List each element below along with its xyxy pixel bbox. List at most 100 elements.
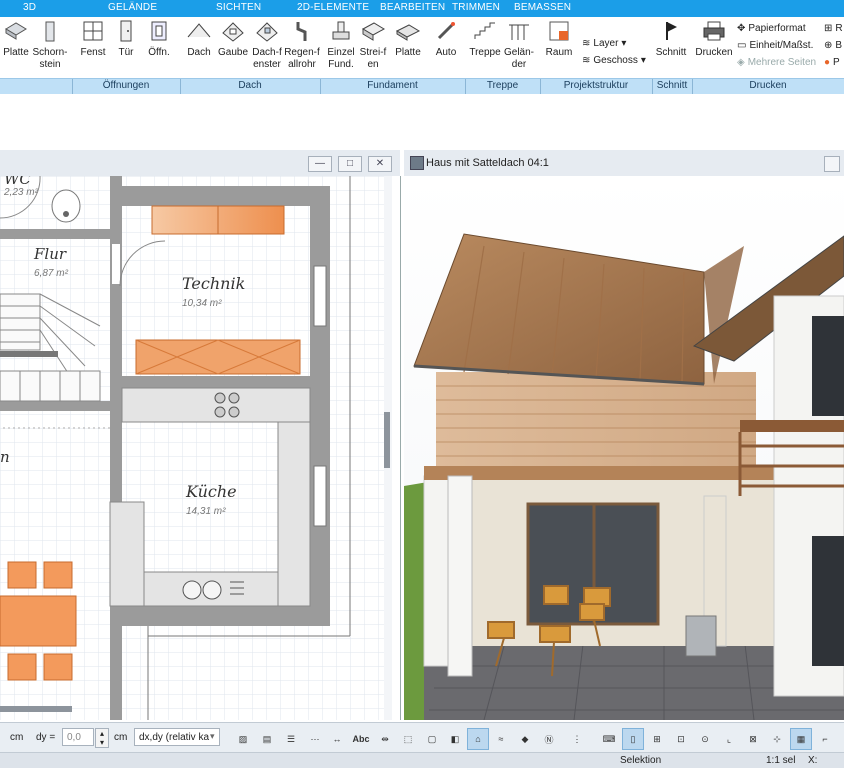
crop-icon[interactable]: ▢ bbox=[421, 728, 443, 750]
chevron-down-icon: ▾ bbox=[640, 55, 646, 66]
measure-icon[interactable]: ⇹ bbox=[374, 728, 396, 750]
dy-spinner[interactable]: ▴ ▾ bbox=[95, 728, 109, 748]
house-render[interactable] bbox=[404, 176, 844, 720]
mehrere-seiten-label: Mehrere Seiten bbox=[747, 57, 817, 68]
opening-icon bbox=[144, 19, 174, 45]
snap-mid-icon[interactable]: ⊠ bbox=[742, 728, 764, 750]
line-style-icon[interactable]: ⋯ bbox=[304, 728, 326, 750]
pin-icon: ● bbox=[824, 57, 831, 68]
regenfallrohr-button[interactable]: Regen-fallrohr bbox=[284, 19, 320, 71]
drucken-button[interactable]: Drucken bbox=[695, 19, 733, 59]
texture-icon[interactable]: ≈ bbox=[490, 728, 512, 750]
treppe-button[interactable]: Treppe bbox=[468, 19, 502, 59]
layers-icon[interactable]: ◧ bbox=[444, 728, 466, 750]
r-button[interactable]: ⊞ R bbox=[824, 23, 843, 34]
wall-layer-icon[interactable]: ▤ bbox=[256, 728, 278, 750]
keyboard-icon[interactable]: ⌨ bbox=[598, 728, 620, 750]
raster-icon[interactable]: ▦ bbox=[790, 728, 812, 750]
roof-icon bbox=[184, 19, 214, 45]
view3d-window-button[interactable] bbox=[824, 156, 840, 172]
room-area-kueche: 14,31 m² bbox=[186, 506, 226, 517]
papierformat-label: Papierformat bbox=[748, 23, 806, 34]
streifenfundament-button[interactable]: Strei-fen bbox=[358, 19, 388, 71]
regenfallrohr-label: Regen-fallrohr bbox=[284, 47, 320, 70]
snap-point-icon[interactable]: ⊡ bbox=[670, 728, 692, 750]
unit-label-1: cm bbox=[10, 732, 24, 743]
view3d-render[interactable] bbox=[404, 176, 844, 720]
dach-button[interactable]: Dach bbox=[184, 19, 214, 59]
ruler-icon: ▭ bbox=[737, 40, 747, 51]
snap-corner-icon[interactable]: ⌞ bbox=[718, 728, 740, 750]
select-frame-icon[interactable]: ⬚ bbox=[397, 728, 419, 750]
dy-input[interactable]: 0,0 bbox=[62, 728, 94, 746]
snap-end-icon[interactable]: ⊹ bbox=[766, 728, 788, 750]
tuer-button[interactable]: Tür bbox=[112, 19, 140, 59]
north-arrow-icon[interactable]: Ⓝ bbox=[538, 728, 560, 750]
auto-fundament-button[interactable]: Auto bbox=[430, 19, 462, 59]
schornstein-label: Schorn-stein bbox=[32, 47, 68, 70]
dimension-icon[interactable]: ↔ bbox=[326, 728, 348, 750]
paper-format-icon: ✥ bbox=[737, 23, 746, 34]
p-label: P bbox=[833, 57, 840, 68]
ribbon-group-bar: Öffnungen Dach Fundament Treppe Projekts… bbox=[0, 78, 844, 94]
group-oeffnungen: Öffnungen bbox=[102, 80, 150, 91]
papierformat-button[interactable]: ✥ Papierformat bbox=[737, 23, 806, 34]
foundation-slab-icon bbox=[392, 19, 424, 45]
schornstein-button[interactable]: Schorn-stein bbox=[32, 19, 68, 71]
layer-dropdown[interactable]: ≋ Layer ▾ bbox=[582, 38, 626, 49]
view3d-window-icon bbox=[410, 156, 424, 170]
oeffnung-label: Öffn. bbox=[148, 47, 170, 58]
fenster-button[interactable]: Fenst bbox=[78, 19, 108, 59]
diamond-icon[interactable]: ◆ bbox=[514, 728, 536, 750]
line-thick-icon[interactable]: ☰ bbox=[280, 728, 302, 750]
tab-sichten[interactable]: SICHTEN bbox=[216, 2, 261, 13]
roof-view-icon[interactable]: ⌂ bbox=[467, 728, 489, 750]
floor-plan-view[interactable]: Flur 6,87 m² Technik 10,34 m² Küche 14,3… bbox=[0, 176, 401, 720]
geschoss-dropdown[interactable]: ≋ Geschoss ▾ bbox=[582, 55, 646, 66]
dachfenster-button[interactable]: Dach-fenster bbox=[251, 19, 283, 71]
mehrere-seiten-button[interactable]: ◈ Mehrere Seiten bbox=[737, 57, 816, 68]
einzelfundament-button[interactable]: Einzel Fund. bbox=[326, 19, 356, 71]
printer-icon bbox=[695, 19, 733, 45]
p-button[interactable]: ● P bbox=[824, 57, 840, 68]
text-abc-button[interactable]: Abc bbox=[350, 728, 372, 750]
close-button[interactable]: ✕ bbox=[368, 156, 392, 172]
tab-trimmen[interactable]: TRIMMEN bbox=[452, 2, 500, 13]
minimize-button[interactable]: — bbox=[308, 156, 332, 172]
group-dach: Dach bbox=[238, 80, 262, 91]
plan-window-titlebar: — □ ✕ bbox=[0, 150, 400, 177]
pages-icon: ◈ bbox=[737, 57, 745, 68]
page-icon[interactable]: ▯ bbox=[622, 728, 644, 750]
coordinate-mode-select[interactable]: dx,dy (relativ ka bbox=[134, 728, 220, 746]
room-name-partial: n bbox=[0, 448, 10, 466]
tab-3d[interactable]: 3D bbox=[23, 2, 36, 13]
separator-icon: ⋮ bbox=[572, 733, 582, 744]
oeffnung-button[interactable]: Öffn. bbox=[144, 19, 174, 59]
platte-button[interactable]: Platte bbox=[0, 19, 32, 59]
stairs-icon bbox=[468, 19, 502, 45]
gaube-label: Gaube bbox=[217, 47, 249, 58]
tab-gelaende[interactable]: GELÄNDE bbox=[108, 2, 157, 13]
tab-bemassen[interactable]: BEMASSEN bbox=[514, 2, 571, 13]
tab-bearbeiten[interactable]: BEARBEITEN bbox=[380, 2, 445, 13]
snap-center-icon[interactable]: ⊙ bbox=[694, 728, 716, 750]
fill-pattern-icon[interactable]: ▨ bbox=[232, 728, 254, 750]
maximize-button[interactable]: □ bbox=[338, 156, 362, 172]
schnitt-button[interactable]: Schnitt bbox=[654, 19, 688, 59]
gelaender-button[interactable]: Gelän-der bbox=[502, 19, 536, 71]
room-icon bbox=[543, 19, 575, 45]
ortho-icon[interactable]: ⌐ bbox=[814, 728, 836, 750]
gaube-button[interactable]: Gaube bbox=[216, 19, 250, 59]
bottom-toolbar: cm dy = 0,0 ▴ ▾ cm dx,dy (relativ ka ▾ ▨ … bbox=[0, 722, 844, 753]
grid-snap-icon[interactable]: ⊞ bbox=[646, 728, 668, 750]
ribbon-tab-strip: 3D GELÄNDE SICHTEN 2D-ELEMENTE BEARBEITE… bbox=[0, 0, 844, 17]
auto-fundament-label: Auto bbox=[435, 47, 457, 58]
fundamentplatte-button[interactable]: Platte bbox=[392, 19, 424, 59]
tab-2d-elemente[interactable]: 2D-ELEMENTE bbox=[297, 2, 369, 13]
raum-button[interactable]: Raum bbox=[543, 19, 575, 59]
plan-scrollbar-thumb[interactable] bbox=[384, 412, 390, 468]
einheit-button[interactable]: ▭ Einheit/Maßst. bbox=[737, 40, 813, 51]
geschoss-label: Geschoss bbox=[593, 55, 638, 66]
view3d-title: Haus mit Satteldach 04:1 bbox=[426, 157, 549, 169]
b-button[interactable]: ⊕ B bbox=[824, 40, 842, 51]
